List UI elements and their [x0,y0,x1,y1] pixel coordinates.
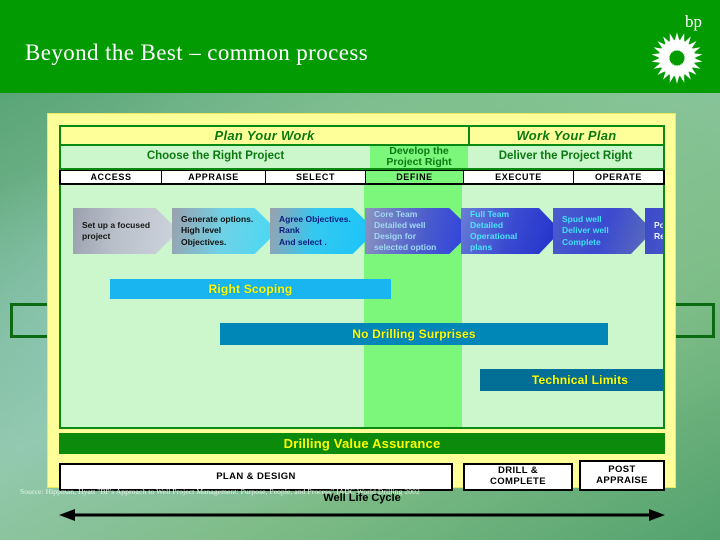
life-cycle-drill-and-complete: DRILL & COMPLETE [463,463,573,491]
process-arrow-select: Agree Objectives. Rank And select . [270,208,376,254]
page-title: Beyond the Best – common process [25,40,369,65]
objective-develop-the-project-right: Develop the Project Right [370,146,468,168]
decor-rect-right [672,303,715,338]
drilling-value-assurance-bar: Drilling Value Assurance [59,433,665,454]
well-life-cycle-double-arrow [59,509,665,521]
slide-canvas: Beyond the Best – common process bp Plan… [0,0,720,540]
bp-logo: bp [640,4,712,88]
helios-sunflower-logo [651,32,703,84]
bp-wordmark: bp [685,12,702,31]
stage-access: ACCESS [61,171,162,183]
stage-select: SELECT [266,171,366,183]
phase-work-your-plan: Work Your Plan [470,125,665,146]
life-cycle-post-appraise: POST APPRAISE [579,460,665,491]
stage-operate: OPERATE [574,171,663,183]
stage-define: DEFINE [366,171,464,183]
slide-header-band: Beyond the Best – common process bp [0,0,720,93]
process-arrow-appraise: Generate options. High level Objectives. [172,208,278,254]
diagram-body: Set up a focused project Generate options… [59,185,665,429]
process-arrow-access: Set up a focused project [73,208,179,254]
stage-header-row: ACCESS APPRAISE SELECT DEFINE EXECUTE OP… [59,170,665,185]
objective-deliver-the-project-right: Deliver the Project Right [498,150,633,163]
objective-header-row: Choose the Right Project Develop the Proj… [59,146,665,170]
value-bar-right-scoping: Right Scoping [110,279,391,299]
source-citation: Source: Hippman, Hyatt "BP's Approach to… [20,487,420,496]
phase-plan-your-work: Plan Your Work [59,125,470,146]
phase-header-row: Plan Your Work Work Your Plan [59,125,665,146]
process-diagram-panel: Plan Your Work Work Your Plan Choose the… [47,113,676,521]
stage-appraise: APPRAISE [162,171,266,183]
process-arrow-post-well-review: Post WellReview [645,208,663,254]
value-bar-technical-limits: Technical Limits [480,369,663,391]
process-arrow-spud-well: Spud well Deliver well Complete [553,208,653,254]
process-arrow-execute-plans: Full Team Detailed Operational plans [461,208,561,254]
value-bar-no-drilling-surprises: No Drilling Surprises [220,323,608,345]
objective-choose-the-right-project: Choose the Right Project [146,150,285,163]
stage-execute: EXECUTE [464,171,574,183]
